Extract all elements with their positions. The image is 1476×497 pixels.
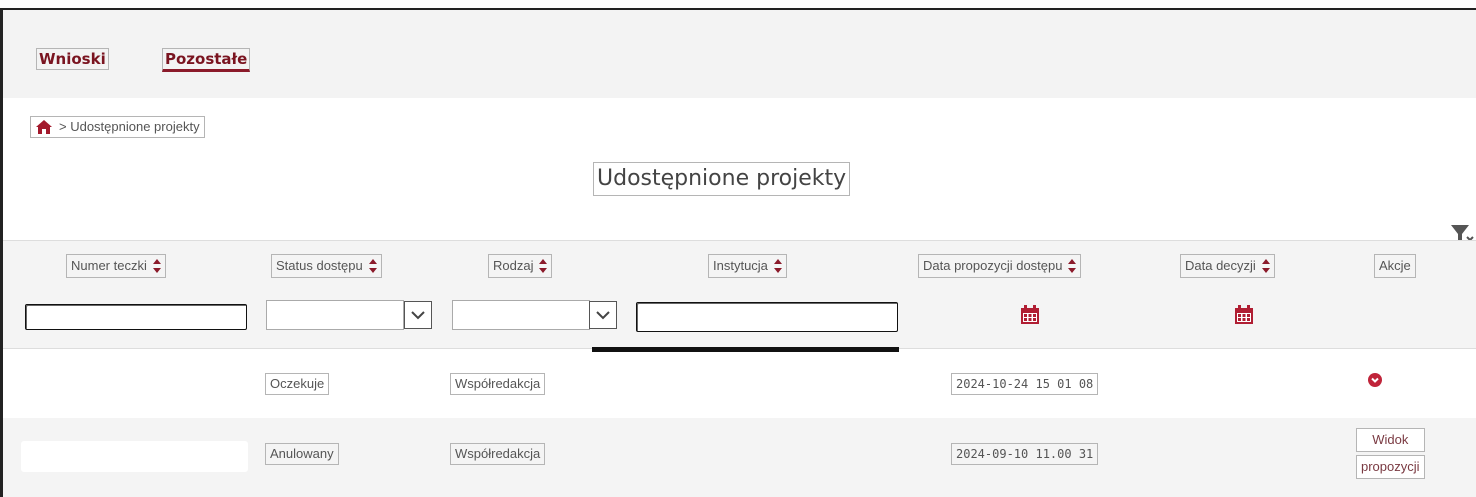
numer-teczki-cell (21, 441, 248, 472)
filter-numer-teczki-input[interactable] (25, 304, 247, 330)
filter-rodzaj-select[interactable] (452, 300, 590, 330)
column-header-label: Status dostępu (276, 258, 363, 273)
sort-icon[interactable] (773, 259, 782, 273)
column-header-numer-teczki[interactable]: Numer teczki (66, 254, 166, 278)
widok-label-line1: Widok (1356, 428, 1425, 452)
column-header-rodzaj[interactable]: Rodzaj (488, 254, 553, 278)
chevron-down-icon (596, 311, 610, 320)
sort-icon[interactable] (152, 259, 161, 273)
filter-status-dropdown-button[interactable] (404, 301, 432, 329)
column-header-instytucja[interactable]: Instytucja (708, 254, 787, 278)
column-header-label: Akcje (1379, 258, 1411, 273)
column-header-label: Data decyzji (1185, 258, 1256, 273)
sort-icon[interactable] (539, 259, 548, 273)
filter-rodzaj-dropdown-button[interactable] (589, 301, 617, 329)
chevron-down-icon (411, 311, 425, 320)
nav-link-wnioski[interactable]: Wnioski (36, 48, 109, 70)
status-cell: Oczekuje (265, 373, 330, 395)
sort-icon[interactable] (1068, 259, 1077, 273)
column-header-label: Data propozycji dostępu (923, 258, 1063, 273)
sort-icon[interactable] (1261, 259, 1270, 273)
widok-label-line2: propozycji (1356, 455, 1425, 479)
rodzaj-cell: Współredakcja (450, 373, 546, 395)
table-row (3, 352, 1476, 418)
page-title: Udostępnione projekty (593, 162, 851, 196)
breadcrumb: > Udostępnione projekty (30, 116, 205, 138)
column-header-label: Numer teczki (71, 258, 147, 273)
chevron-circle-down-icon[interactable] (1368, 373, 1382, 387)
column-header-status-dostepu[interactable]: Status dostępu (271, 254, 382, 278)
home-icon[interactable] (35, 119, 53, 135)
rodzaj-cell: Współredakcja (450, 443, 546, 465)
sort-icon[interactable] (368, 259, 377, 273)
filter-instytucja-input[interactable] (636, 302, 898, 332)
nav-link-pozostale[interactable]: Pozostałe (162, 48, 251, 72)
column-header-data-propozycji[interactable]: Data propozycji dostępu (918, 254, 1082, 278)
column-header-label: Instytucja (713, 258, 768, 273)
calendar-icon[interactable] (1020, 305, 1040, 325)
column-header-label: Rodzaj (493, 258, 534, 273)
filter-status-select[interactable] (266, 300, 404, 330)
column-header-akcje: Akcje (1374, 254, 1416, 278)
breadcrumb-current: > Udostępnione projekty (59, 119, 200, 134)
column-header-data-decyzji[interactable]: Data decyzji (1180, 254, 1275, 278)
data-propozycji-cell: 2024-10-24 15 01 08 (951, 373, 1099, 395)
calendar-icon[interactable] (1234, 305, 1254, 325)
status-cell: Anulowany (265, 443, 339, 465)
data-propozycji-cell: 2024-09-10 11.00 31 (951, 443, 1099, 465)
widok-propozycji-link[interactable]: Widok propozycji (1356, 428, 1425, 482)
